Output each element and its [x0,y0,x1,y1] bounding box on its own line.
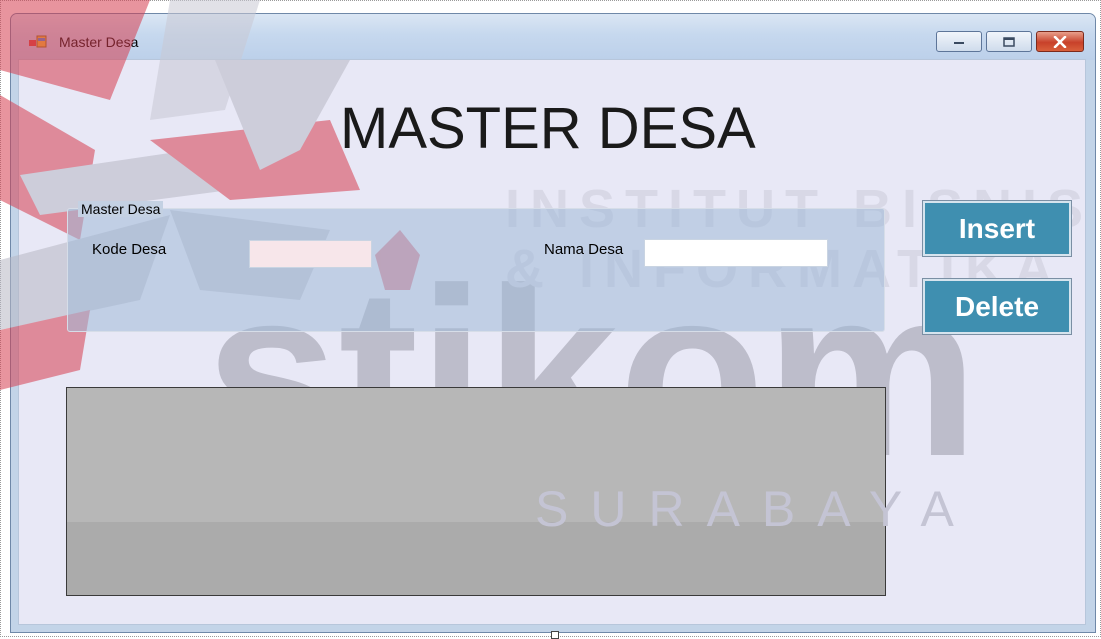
minimize-icon [954,41,964,44]
title-bar[interactable]: Master Desa [11,14,1095,60]
close-button[interactable] [1036,31,1084,52]
maximize-icon [1003,36,1015,47]
insert-button[interactable]: Insert [922,200,1072,257]
nama-desa-input[interactable] [644,239,828,267]
master-desa-groupbox [67,208,885,332]
watermark-city: SURABAYA [535,481,976,537]
kode-desa-label: Kode Desa [92,241,167,258]
kode-desa-input[interactable] [249,240,372,268]
resize-handle[interactable] [551,631,559,639]
groupbox-label: Master Desa [78,201,164,217]
delete-button[interactable]: Delete [922,278,1072,335]
maximize-button[interactable] [986,31,1032,52]
minimize-button[interactable] [936,31,982,52]
nama-desa-label: Nama Desa [544,241,624,258]
form-app-icon [29,35,47,48]
form-heading: MASTER DESA [340,96,756,161]
close-icon [1053,35,1067,48]
window-title: Master Desa [59,34,139,50]
